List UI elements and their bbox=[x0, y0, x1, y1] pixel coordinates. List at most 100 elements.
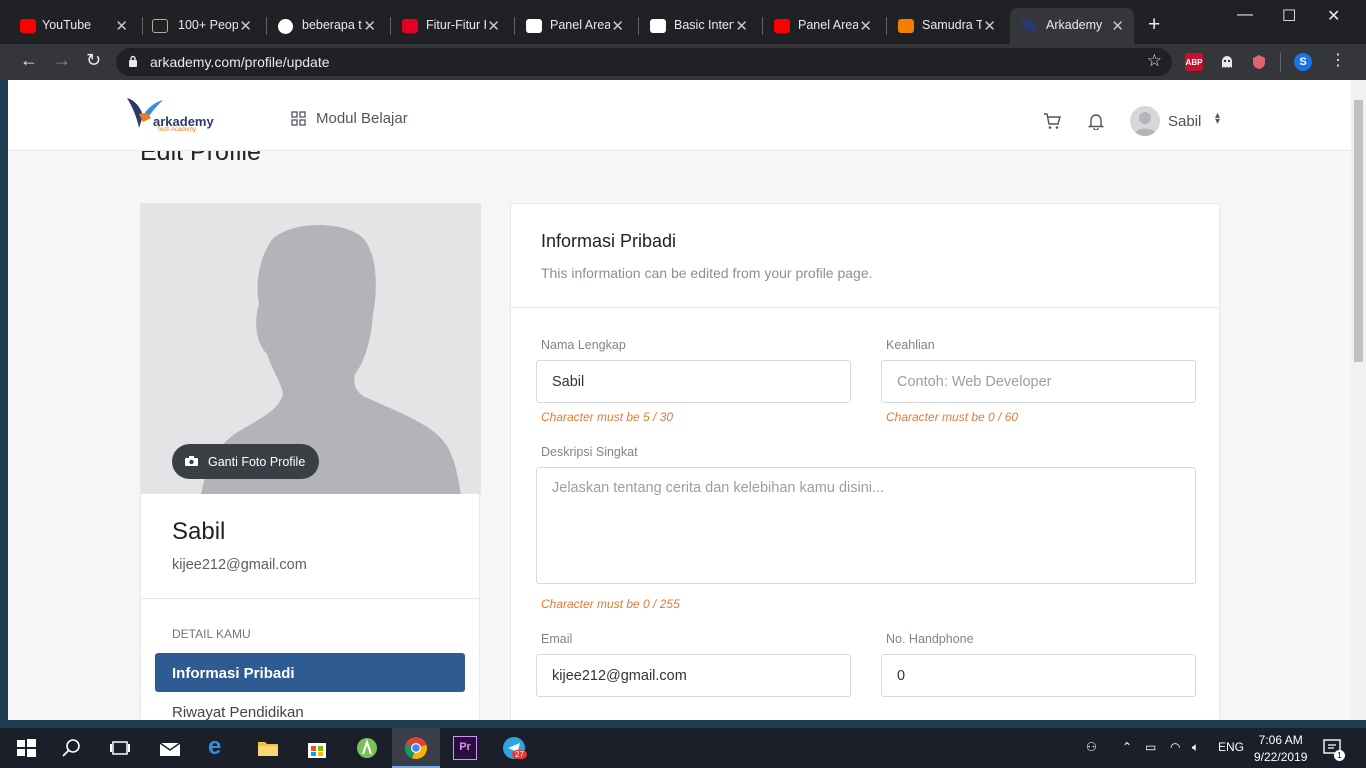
scrollbar-thumb[interactable] bbox=[1354, 100, 1363, 362]
pinterest-icon bbox=[402, 19, 418, 33]
telegram-badge: 27 bbox=[512, 750, 527, 759]
close-tab-icon[interactable]: ✕ bbox=[115, 17, 128, 35]
chevron-up-icon[interactable]: ⌃ bbox=[1122, 740, 1132, 754]
email-label: Email bbox=[541, 632, 573, 646]
people-icon[interactable]: ⚇ bbox=[1086, 740, 1097, 754]
close-tab-icon[interactable]: ✕ bbox=[487, 17, 500, 35]
browser-tab-active[interactable]: Arkademy ✕ bbox=[1010, 8, 1134, 44]
close-tab-icon[interactable]: ✕ bbox=[735, 17, 748, 35]
google-icon bbox=[278, 19, 293, 34]
forward-icon[interactable]: → bbox=[53, 50, 71, 71]
close-tab-icon[interactable]: ✕ bbox=[363, 17, 376, 35]
new-tab-icon[interactable]: + bbox=[1148, 13, 1160, 37]
premiere-pro-icon[interactable]: Pr bbox=[453, 736, 477, 760]
change-photo-label: Ganti Foto Profile bbox=[208, 454, 306, 469]
clock-date: 9/22/2019 bbox=[1254, 750, 1308, 764]
menu-item-informasi-pribadi[interactable]: Informasi Pribadi bbox=[155, 653, 465, 692]
adblock-icon[interactable]: ABP bbox=[1185, 53, 1203, 71]
bookmark-star-icon[interactable]: ☆ bbox=[1147, 51, 1162, 71]
browser-tab[interactable]: Fitur-Fitur Pa ✕ bbox=[386, 8, 510, 44]
browser-tab[interactable]: Panel Area Ak ✕ bbox=[510, 8, 634, 44]
address-bar[interactable]: arkademy.com/profile/update ☆ bbox=[116, 48, 1172, 76]
deskripsi-hint: Character must be 0 / 255 bbox=[541, 597, 680, 611]
browser-tab[interactable]: beberapa tips ✕ bbox=[262, 8, 386, 44]
back-icon[interactable]: ← bbox=[20, 50, 38, 71]
minimize-icon[interactable]: — bbox=[1237, 6, 1253, 24]
android-studio-icon[interactable] bbox=[355, 736, 379, 760]
profile-name: Sabil bbox=[172, 518, 226, 545]
phone-input[interactable]: 0 bbox=[881, 654, 1196, 697]
browser-tab[interactable]: Samudra Tech ✕ bbox=[882, 8, 1006, 44]
wifi-icon[interactable]: ◠ bbox=[1170, 740, 1180, 754]
arkademy-icon bbox=[1022, 19, 1036, 31]
phone-label: No. Handphone bbox=[886, 632, 974, 646]
keahlian-hint: Character must be 0 / 60 bbox=[886, 410, 1019, 424]
battery-icon[interactable]: ▭ bbox=[1145, 740, 1156, 754]
deskripsi-label: Deskripsi Singkat bbox=[541, 445, 638, 459]
divider bbox=[511, 307, 1219, 308]
close-tab-icon[interactable]: ✕ bbox=[859, 17, 872, 35]
close-tab-icon[interactable]: ✕ bbox=[611, 17, 624, 35]
form-subtitle: This information can be edited from your… bbox=[541, 265, 873, 281]
shield-icon[interactable] bbox=[1250, 53, 1268, 71]
header-username[interactable]: Sabil bbox=[1168, 113, 1201, 130]
volume-icon[interactable]: 🔈︎ bbox=[1192, 740, 1199, 755]
deskripsi-textarea[interactable]: Jelaskan tentang cerita dan kelebihan ka… bbox=[536, 467, 1196, 584]
store-icon[interactable] bbox=[305, 736, 329, 760]
close-tab-icon[interactable]: ✕ bbox=[983, 17, 996, 35]
search-icon[interactable] bbox=[60, 736, 84, 760]
close-tab-icon[interactable]: ✕ bbox=[1111, 17, 1124, 35]
page-scrollbar[interactable] bbox=[1351, 80, 1366, 720]
keahlian-input[interactable]: Contoh: Web Developer bbox=[881, 360, 1196, 403]
cart-icon[interactable] bbox=[1043, 112, 1061, 130]
github-icon bbox=[526, 19, 542, 33]
profile-avatar-icon[interactable]: S bbox=[1294, 53, 1312, 71]
menu-item-riwayat-pendidikan[interactable]: Riwayat Pendidikan bbox=[172, 704, 304, 720]
chrome-icon[interactable] bbox=[404, 736, 428, 760]
youtube-icon bbox=[774, 19, 790, 33]
site-icon bbox=[152, 19, 168, 33]
url-text: arkademy.com/profile/update bbox=[150, 54, 330, 70]
browser-toolbar: ← → ↻ arkademy.com/profile/update ☆ ABP … bbox=[0, 44, 1366, 80]
blogger-icon bbox=[898, 19, 914, 33]
chevron-updown-icon[interactable]: ▴ ▾ bbox=[1215, 111, 1220, 127]
browser-tab-strip: YouTube ✕ 100+ People ✕ beberapa tips ✕ … bbox=[0, 0, 1366, 44]
profile-photo: Ganti Foto Profile bbox=[141, 204, 481, 494]
bell-icon[interactable] bbox=[1088, 112, 1104, 130]
site-header: arkademy Tech Academy Modul Belajar Sabi… bbox=[8, 80, 1351, 151]
task-view-icon[interactable] bbox=[108, 736, 132, 760]
reload-icon[interactable]: ↻ bbox=[86, 50, 101, 71]
section-label: DETAIL KAMU bbox=[172, 627, 251, 641]
github-icon bbox=[650, 19, 666, 33]
windows-taskbar: e Pr 27 ⚇ ⌃ ▭ ◠ 🔈︎ ENG 7:06 AM 9/22/2019… bbox=[0, 728, 1366, 768]
close-tab-icon[interactable]: ✕ bbox=[239, 17, 252, 35]
browser-tab[interactable]: 100+ People ✕ bbox=[138, 8, 262, 44]
mail-icon[interactable] bbox=[158, 736, 182, 760]
profile-form-card: Informasi Pribadi This information can b… bbox=[510, 203, 1220, 720]
ghostery-icon[interactable] bbox=[1218, 53, 1236, 71]
profile-card: Ganti Foto Profile Sabil kijee212@gmail.… bbox=[140, 203, 481, 720]
arkademy-logo[interactable]: arkademy Tech Academy bbox=[125, 94, 217, 136]
change-photo-button[interactable]: Ganti Foto Profile bbox=[172, 444, 320, 479]
maximize-icon[interactable]: ☐ bbox=[1282, 6, 1296, 26]
menu-kebab-icon[interactable]: ⋮ bbox=[1330, 50, 1346, 70]
form-title: Informasi Pribadi bbox=[541, 231, 677, 251]
youtube-icon bbox=[20, 19, 36, 33]
windows-start-icon[interactable] bbox=[14, 736, 38, 760]
language-indicator[interactable]: ENG bbox=[1218, 740, 1244, 754]
browser-tab[interactable]: Basic Interface ✕ bbox=[634, 8, 758, 44]
close-window-icon[interactable]: ✕ bbox=[1327, 6, 1340, 26]
keahlian-label: Keahlian bbox=[886, 338, 935, 352]
system-clock[interactable]: 7:06 AM 9/22/2019 bbox=[1254, 732, 1307, 766]
browser-tab[interactable]: YouTube ✕ bbox=[0, 8, 138, 44]
edge-icon[interactable]: e bbox=[208, 733, 232, 760]
page-viewport: arkademy Tech Academy Modul Belajar Sabi… bbox=[8, 80, 1351, 720]
nama-lengkap-input[interactable]: Sabil bbox=[536, 360, 851, 403]
browser-tab[interactable]: Panel Area Ak ✕ bbox=[758, 8, 882, 44]
nav-modul-belajar[interactable]: Modul Belajar bbox=[291, 110, 408, 127]
email-input[interactable]: kijee212@gmail.com bbox=[536, 654, 851, 697]
user-avatar[interactable] bbox=[1130, 106, 1160, 136]
divider bbox=[141, 598, 479, 599]
file-explorer-icon[interactable] bbox=[256, 736, 280, 760]
clock-time: 7:06 AM bbox=[1258, 733, 1303, 747]
